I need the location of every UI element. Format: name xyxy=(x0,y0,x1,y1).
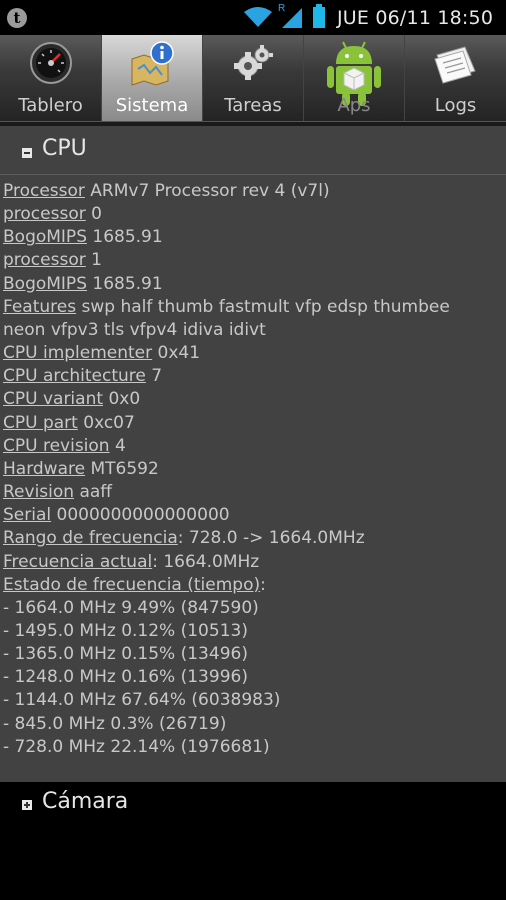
cpu-info-line: BogoMIPS 1685.91 xyxy=(3,273,503,296)
cpu-info-key[interactable]: Hardware xyxy=(3,459,85,479)
tab-label: Sistema xyxy=(115,95,189,116)
signal-icon xyxy=(282,8,302,28)
cpu-info-value: - 728.0 MHz 22.14% (1976681) xyxy=(3,736,270,757)
cpu-info-key[interactable]: CPU implementer xyxy=(3,343,152,363)
cpu-info-line: Hardware MT6592 xyxy=(3,458,503,481)
cpu-info-value: 0xc07 xyxy=(83,412,135,433)
cpu-info-key[interactable]: Serial xyxy=(3,505,51,525)
system-map-icon xyxy=(131,41,174,86)
collapse-icon[interactable] xyxy=(22,148,32,158)
cpu-info-key[interactable]: Estado de frecuencia (tiempo) xyxy=(3,575,260,595)
cpu-info-key[interactable]: BogoMIPS xyxy=(3,227,87,247)
cpu-info-list: Processor ARMv7 Processor rev 4 (v7l) pro… xyxy=(3,180,503,759)
cpu-info-line: BogoMIPS 1685.91 xyxy=(3,226,503,249)
cpu-info-value: MT6592 xyxy=(90,458,159,479)
cpu-info-value: : 728.0 -> 1664.0MHz xyxy=(177,528,365,549)
tab-label: Tablero xyxy=(18,95,83,116)
cpu-info-value: swp half thumb fastmult vfp edsp thumbee xyxy=(81,296,450,317)
cpu-info-value: 0 xyxy=(91,204,102,225)
status-clock: JUE 06/11 18:50 xyxy=(337,7,494,29)
cpu-info-line: Revision aaff xyxy=(3,481,503,504)
cpu-info-value: aaff xyxy=(79,482,113,503)
cpu-info-line: - 845.0 MHz 0.3% (26719) xyxy=(3,713,503,736)
expand-icon[interactable] xyxy=(22,800,32,810)
cpu-info-key[interactable]: Frecuencia actual xyxy=(3,552,152,572)
cpu-info-line: Estado de frecuencia (tiempo): xyxy=(3,574,503,597)
cpu-info-key[interactable]: CPU revision xyxy=(3,436,110,456)
cpu-info-line: Frecuencia actual: 1664.0MHz xyxy=(3,551,503,574)
cpu-info-value: - 1365.0 MHz 0.15% (13496) xyxy=(3,644,248,665)
wifi-icon xyxy=(244,7,272,27)
tab-tareas[interactable]: Tareas xyxy=(203,35,304,121)
cpu-info-key[interactable]: BogoMIPS xyxy=(3,274,87,294)
cpu-info-key[interactable]: CPU part xyxy=(3,413,78,433)
notepad-icon xyxy=(433,46,476,84)
gears-icon xyxy=(234,45,273,80)
cpu-info-value: 0000000000000000 xyxy=(56,505,230,526)
cpu-info-value: ARMv7 Processor rev 4 (v7l) xyxy=(90,181,330,201)
cpu-info-line: CPU part 0xc07 xyxy=(3,412,503,435)
cpu-info-value: : xyxy=(260,574,266,595)
tab-logs[interactable]: Logs xyxy=(405,35,506,121)
cpu-info-line: CPU revision 4 xyxy=(3,435,503,458)
cpu-info-key[interactable]: Features xyxy=(3,297,76,317)
tab-label: Aps xyxy=(337,95,371,116)
cpu-info-line: Serial 0000000000000000 xyxy=(3,504,503,527)
cpu-info-line: processor 0 xyxy=(3,203,503,226)
cpu-info-key[interactable]: Rango de frecuencia xyxy=(3,528,178,548)
cpu-info-value: 1685.91 xyxy=(92,227,163,248)
cpu-info-value: neon vfpv3 tls vfpv4 idiva idivt xyxy=(3,319,266,340)
cpu-info-line: - 728.0 MHz 22.14% (1976681) xyxy=(3,736,503,759)
cpu-info-line: Features swp half thumb fastmult vfp eds… xyxy=(3,296,503,319)
cpu-section-title: CPU xyxy=(42,136,87,161)
cpu-info-value: 0x41 xyxy=(157,343,201,364)
cpu-info-value: - 1664.0 MHz 9.49% (847590) xyxy=(3,597,259,618)
cpu-info-value: - 1248.0 MHz 0.16% (13996) xyxy=(3,667,248,688)
cpu-info-value: - 845.0 MHz 0.3% (26719) xyxy=(3,713,227,734)
cpu-info-line: Rango de frecuencia: 728.0 -> 1664.0MHz xyxy=(3,527,503,550)
cpu-info-value: - 1144.0 MHz 67.64% (6038983) xyxy=(3,690,281,711)
cpu-info-line: - 1664.0 MHz 9.49% (847590) xyxy=(3,597,503,620)
cpu-info-line: CPU implementer 0x41 xyxy=(3,342,503,365)
cpu-info-value: 1685.91 xyxy=(92,273,163,294)
tab-aps[interactable]: Aps xyxy=(304,35,405,121)
cpu-info-line: CPU variant 0x0 xyxy=(3,388,503,411)
tab-label: Logs xyxy=(434,95,477,116)
tab-label: Tareas xyxy=(224,95,282,116)
tab-tablero[interactable]: Tablero xyxy=(0,35,102,121)
app-t-icon: t xyxy=(7,8,27,28)
camara-section-header[interactable]: Cámara xyxy=(0,782,506,826)
cpu-info-value: 1 xyxy=(91,250,102,271)
cpu-info-value: 0x0 xyxy=(108,389,141,410)
cpu-info-key[interactable]: CPU architecture xyxy=(3,366,146,386)
cpu-info-value: 4 xyxy=(115,435,126,456)
cpu-info-value: 7 xyxy=(151,366,163,387)
cpu-info-key[interactable]: CPU variant xyxy=(3,389,103,409)
tab-bar: Tablero Sistema Tareas Aps Logs xyxy=(0,35,506,121)
camara-section-title: Cámara xyxy=(42,789,129,814)
status-bar: t R JUE 06/11 18:50 xyxy=(0,0,506,35)
cpu-info-line: CPU architecture 7 xyxy=(3,365,503,388)
cpu-info-key[interactable]: Processor xyxy=(3,181,85,201)
cpu-info-line: - 1495.0 MHz 0.12% (10513) xyxy=(3,620,503,643)
cpu-info-value: - 1495.0 MHz 0.12% (10513) xyxy=(3,620,248,641)
cpu-info-line: - 1365.0 MHz 0.15% (13496) xyxy=(3,643,503,666)
battery-icon xyxy=(313,4,325,28)
cpu-info-line: - 1248.0 MHz 0.16% (13996) xyxy=(3,666,503,689)
cpu-info-line: neon vfpv3 tls vfpv4 idiva idivt xyxy=(3,319,503,342)
cpu-info-value: : 1664.0MHz xyxy=(152,551,260,572)
cpu-info-line: processor 1 xyxy=(3,249,503,272)
tab-sistema[interactable]: Sistema xyxy=(102,35,203,121)
cpu-info-line: - 1144.0 MHz 67.64% (6038983) xyxy=(3,689,503,712)
cpu-info-line: Processor ARMv7 Processor rev 4 (v7l) xyxy=(3,180,503,203)
cpu-info-key[interactable]: processor xyxy=(3,250,86,270)
cpu-info-key[interactable]: Revision xyxy=(3,482,74,502)
gauge-icon xyxy=(29,42,72,84)
cpu-info-key[interactable]: processor xyxy=(3,204,86,224)
cpu-section-header[interactable]: CPU xyxy=(0,126,506,175)
cpu-panel: CPU Processor ARMv7 Processor rev 4 (v7l… xyxy=(0,126,506,782)
